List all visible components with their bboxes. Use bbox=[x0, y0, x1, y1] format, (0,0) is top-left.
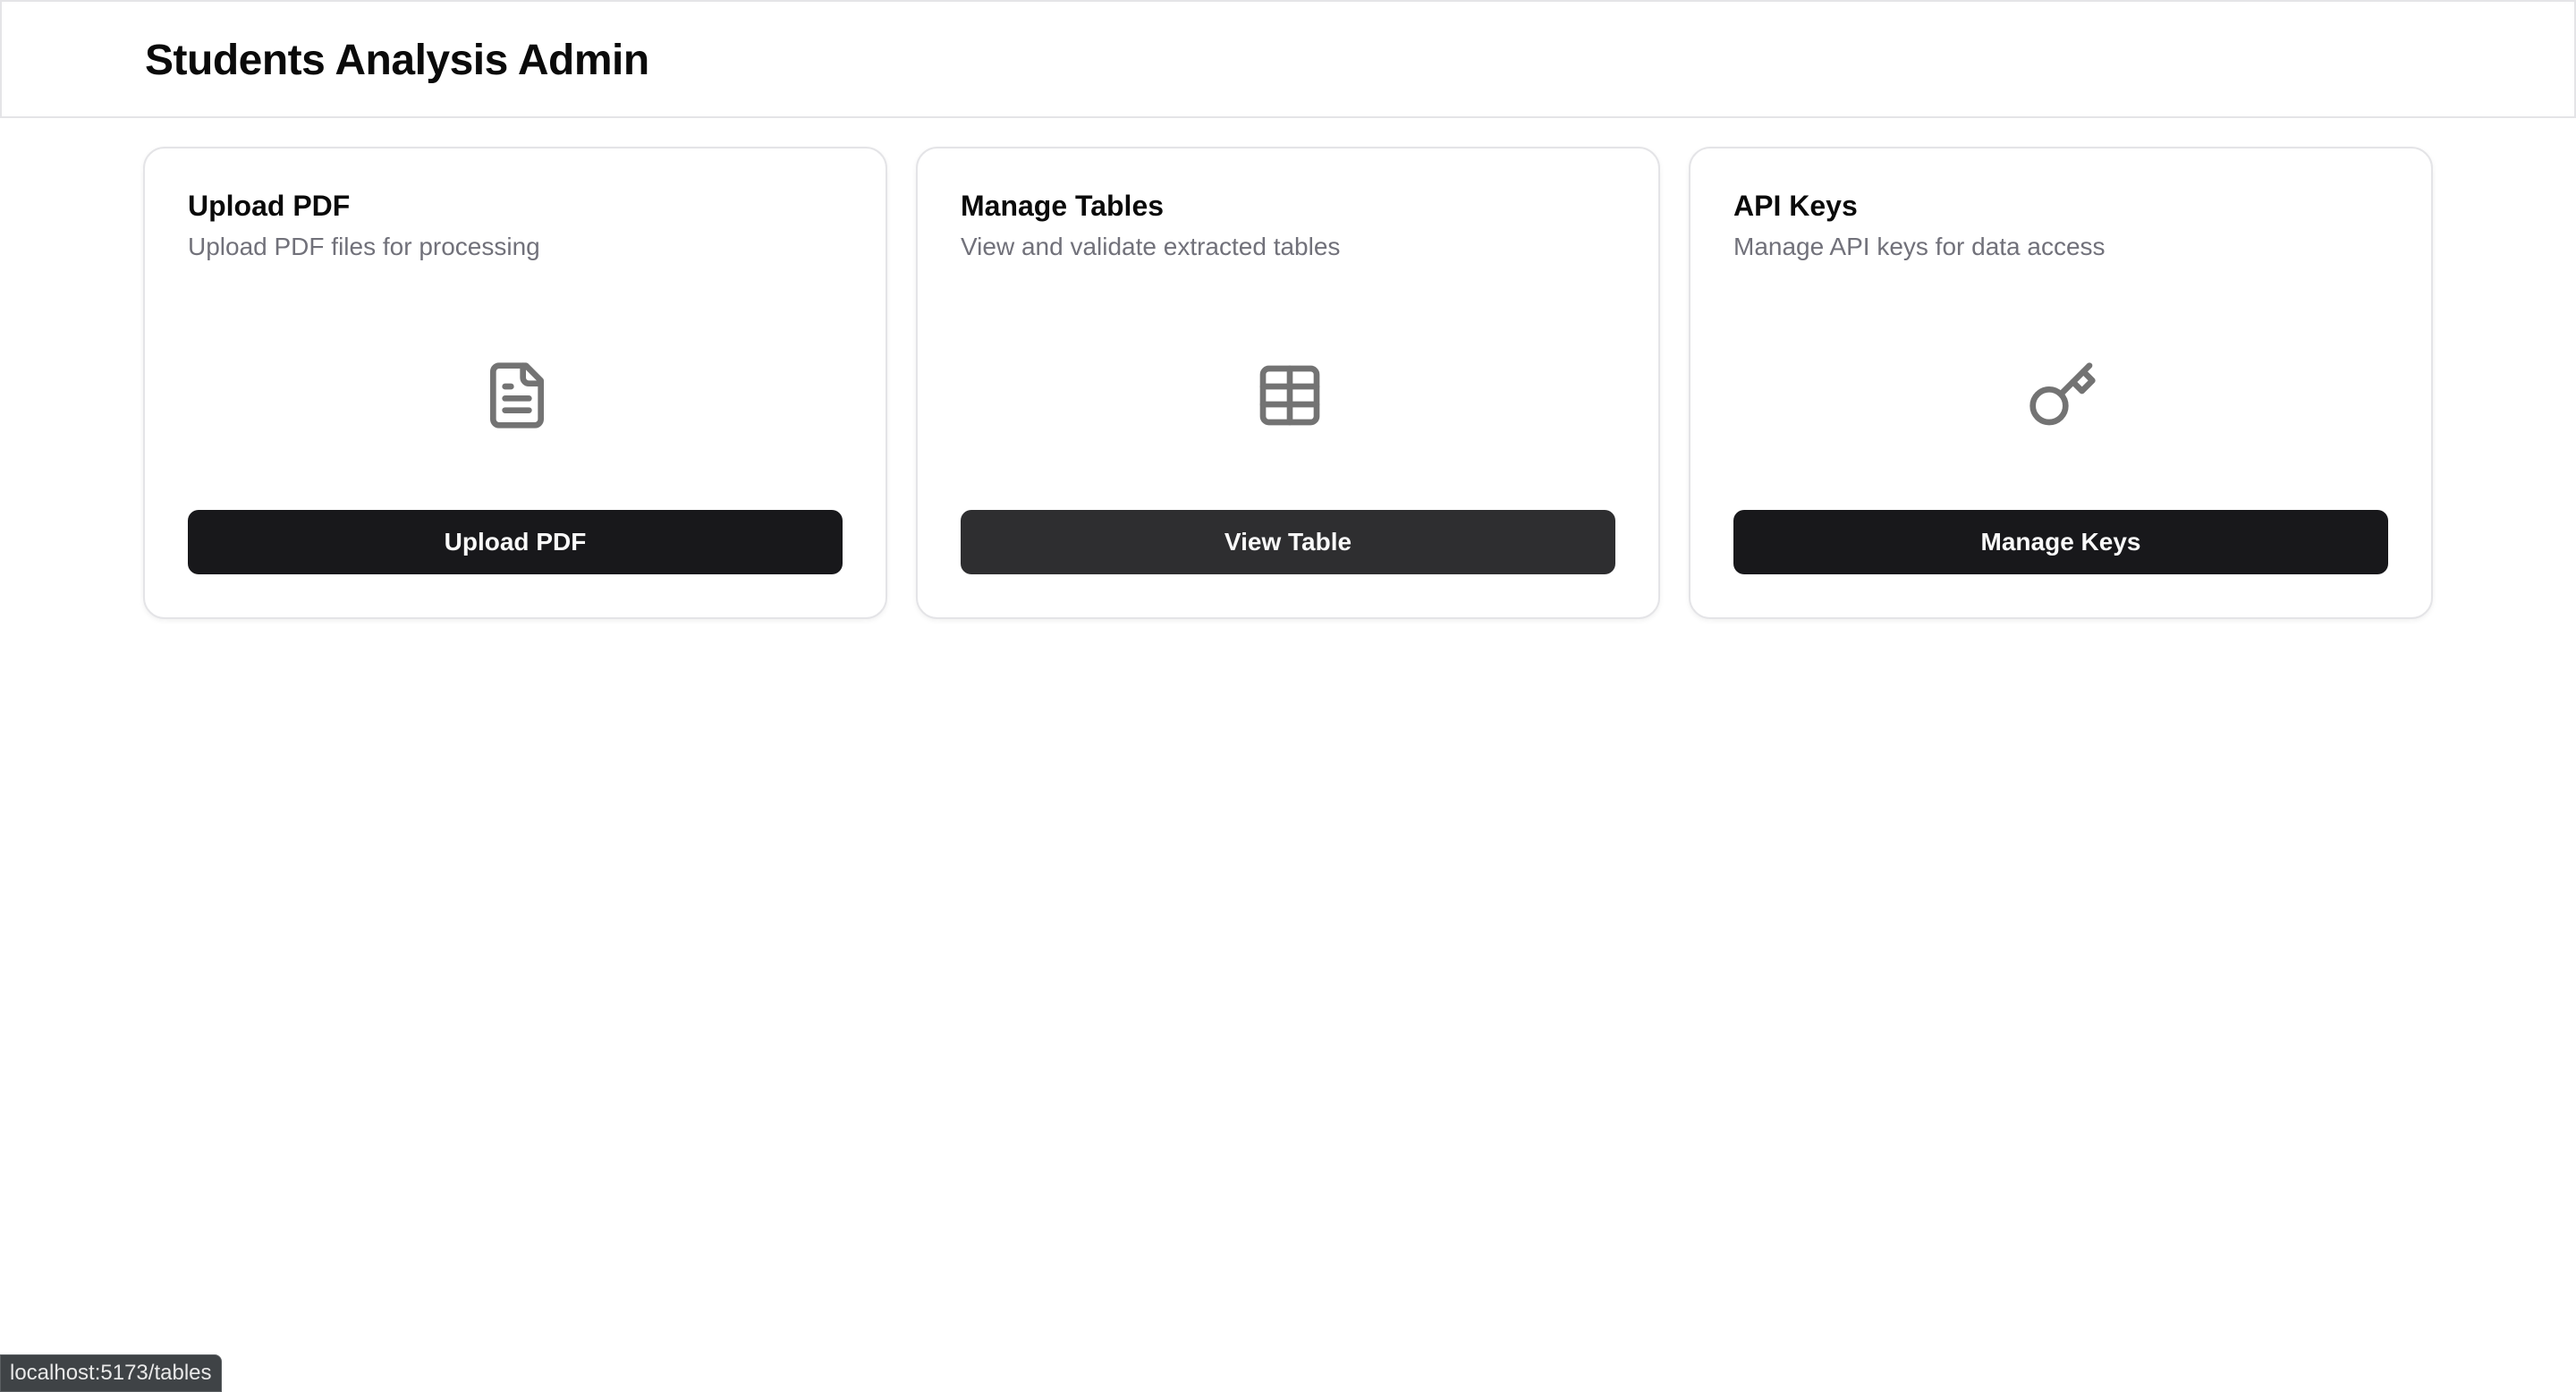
key-icon bbox=[2027, 360, 2098, 431]
card-upload-pdf: Upload PDF Upload PDF files for processi… bbox=[143, 147, 887, 619]
card-description: Manage API keys for data access bbox=[1733, 233, 2106, 260]
card-title: Manage Tables bbox=[961, 190, 1165, 222]
link-preview-status-bar: localhost:5173/tables bbox=[0, 1354, 222, 1392]
card-title: Upload PDF bbox=[188, 190, 351, 222]
card-api-keys: API Keys Manage API keys for data access… bbox=[1689, 147, 2433, 619]
card-description: Upload PDF files for processing bbox=[188, 233, 540, 260]
app-header: Students Analysis Admin bbox=[0, 0, 2576, 118]
page-title: Students Analysis Admin bbox=[145, 37, 649, 84]
manage-keys-button[interactable]: Manage Keys bbox=[1733, 510, 2388, 574]
card-description: View and validate extracted tables bbox=[961, 233, 1341, 260]
card-manage-tables: Manage Tables View and validate extracte… bbox=[916, 147, 1660, 619]
table-icon bbox=[1254, 360, 1326, 431]
card-title: API Keys bbox=[1733, 190, 1858, 222]
dashboard-cards: Upload PDF Upload PDF files for processi… bbox=[143, 147, 2433, 619]
file-text-icon bbox=[481, 360, 553, 431]
view-table-button[interactable]: View Table bbox=[961, 510, 1615, 574]
upload-pdf-button[interactable]: Upload PDF bbox=[188, 510, 843, 574]
